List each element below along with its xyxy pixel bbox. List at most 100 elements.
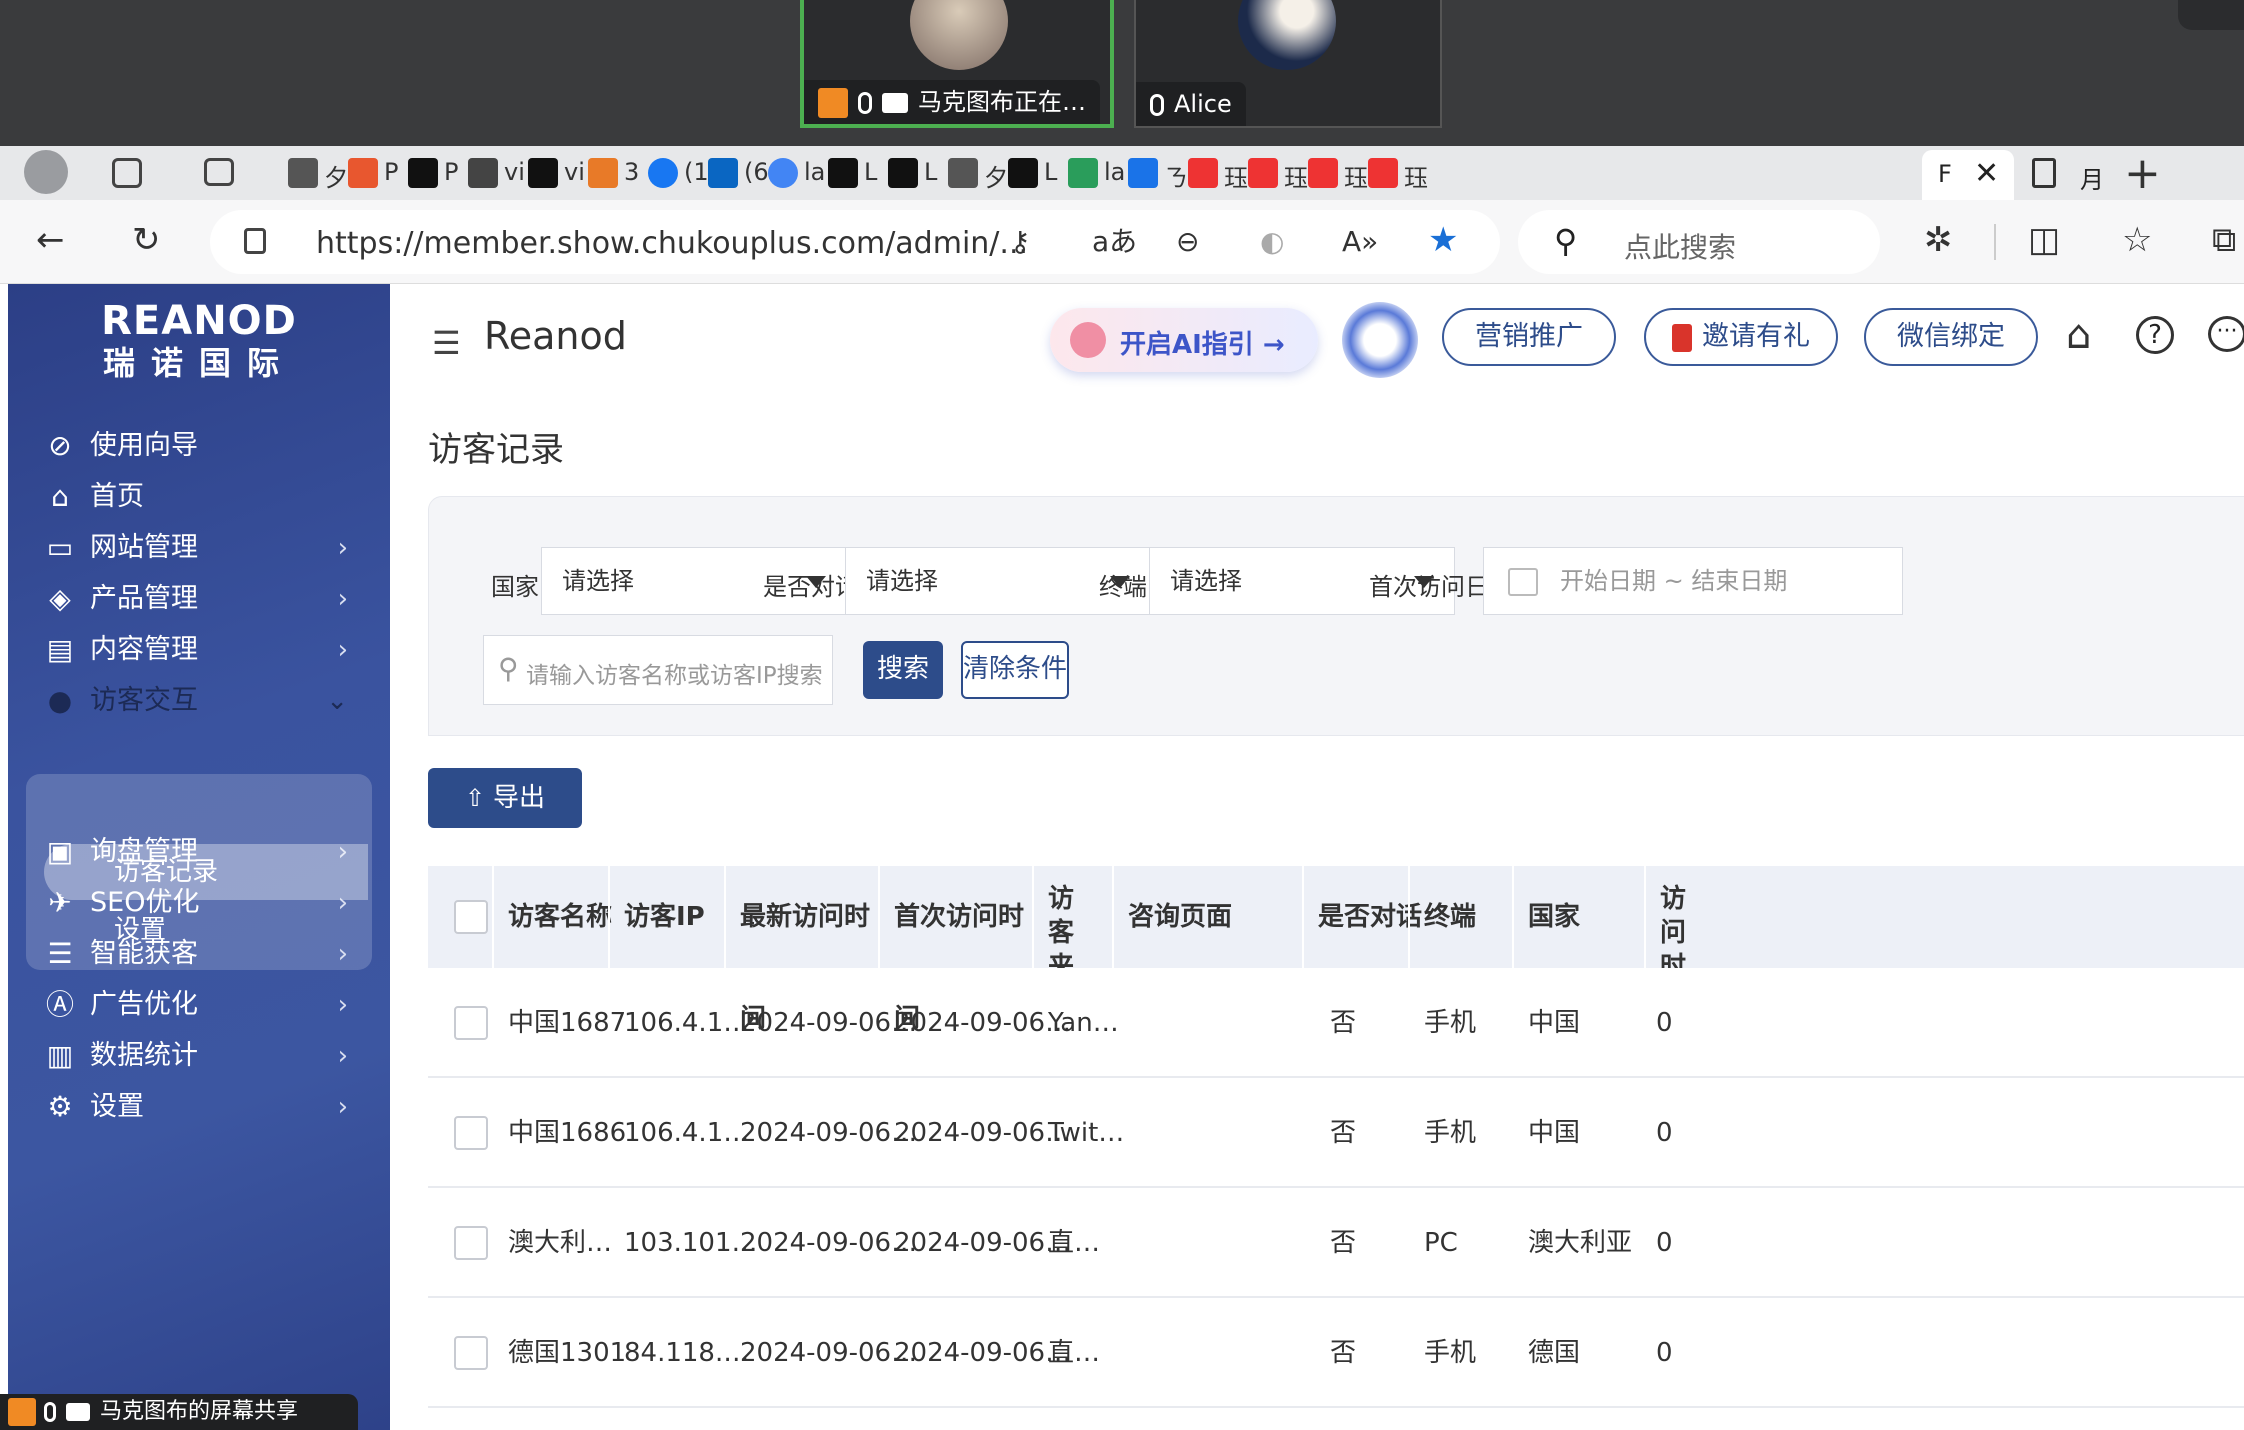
compass-icon: ⊘: [48, 429, 72, 462]
cell-ip: 103.101…: [624, 1228, 758, 1258]
refresh-icon[interactable]: ↻: [132, 220, 161, 260]
close-tab-icon[interactable]: ✕: [1974, 156, 1999, 191]
tab-favicon-icon[interactable]: [948, 158, 978, 188]
read-aloud-icon[interactable]: A»: [1342, 222, 1378, 262]
wechat-bind-button[interactable]: 微信绑定: [1864, 308, 2038, 366]
row-checkbox[interactable]: [454, 1226, 488, 1260]
column-header[interactable]: 访客名称: [508, 866, 624, 968]
tab-favicon-icon[interactable]: [1008, 158, 1038, 188]
split-screen-icon[interactable]: ◫: [2028, 220, 2060, 260]
column-header[interactable]: 访客IP: [624, 866, 740, 968]
submenu-visitor-records[interactable]: 访客记录: [44, 844, 368, 900]
logo-text-cn: 瑞诺国际: [102, 344, 295, 382]
new-tab-button[interactable]: +: [2124, 148, 2161, 199]
tab-title: P: [384, 158, 399, 186]
column-header[interactable]: 首次访问时间: [894, 866, 1048, 1034]
column-header[interactable]: 访问时长: [1660, 866, 1700, 968]
robot-avatar-icon[interactable]: [1342, 302, 1418, 378]
row-checkbox[interactable]: [454, 1336, 488, 1370]
select-value: 请选择: [1170, 567, 1242, 595]
tab-favicon-icon[interactable]: [1188, 158, 1218, 188]
select-all-checkbox[interactable]: [454, 900, 488, 934]
cell-extra: 0: [1656, 1118, 1673, 1148]
tab-title: vi: [564, 158, 585, 186]
sidebar-item-11[interactable]: ⚙ 设置 ›: [8, 1077, 390, 1137]
column-separator: [1512, 866, 1514, 968]
active-tab[interactable]: F ✕: [1922, 150, 2014, 200]
column-header[interactable]: 咨询页面: [1128, 866, 1318, 968]
url-field[interactable]: https://member.show.chukouplus.com/admin…: [210, 210, 1500, 274]
zoom-out-icon[interactable]: ⊖: [1176, 222, 1199, 262]
tab-title: P: [444, 158, 459, 186]
marketing-label: 营销推广: [1475, 321, 1583, 352]
participant-tile-presenter[interactable]: 马克图布正在…: [800, 0, 1114, 128]
column-header[interactable]: 最新访问时间: [740, 866, 894, 1034]
cell-latest: 2024-09-06…: [740, 1008, 918, 1038]
tab-title: la: [1104, 158, 1126, 186]
collections-icon[interactable]: [112, 158, 142, 188]
tab-title: L: [924, 158, 938, 186]
search-placeholder: 请输入访客名称或访客IP搜索: [526, 663, 823, 689]
tab-favicon-icon[interactable]: [888, 158, 918, 188]
tab-favicon-icon[interactable]: [528, 158, 558, 188]
vertical-tabs-icon[interactable]: [204, 158, 234, 186]
tab-favicon-icon[interactable]: [768, 158, 798, 188]
column-header[interactable]: 访客来源: [1048, 866, 1088, 968]
favorites-icon[interactable]: ☆: [2122, 220, 2152, 260]
tab-favicon-icon[interactable]: [1308, 158, 1338, 188]
tab-last[interactable]: 月: [2018, 150, 2138, 200]
lock-icon: [244, 228, 266, 254]
url-text: https://member.show.chukouplus.com/admin…: [316, 226, 1029, 261]
clear-button[interactable]: 清除条件: [961, 641, 1069, 699]
tab-favicon-icon[interactable]: [1068, 158, 1098, 188]
ai-guide-button[interactable]: 开启AI指引 →: [1050, 308, 1318, 372]
search-button[interactable]: 搜索: [863, 641, 943, 699]
tab-favicon-icon[interactable]: [288, 158, 318, 188]
tab-title: 月: [2080, 166, 2104, 194]
tab-favicon-icon[interactable]: [648, 158, 678, 188]
tab-favicon-icon[interactable]: [708, 158, 738, 188]
tab-favicon-icon[interactable]: [468, 158, 498, 188]
marketing-button[interactable]: 营销推广: [1442, 308, 1616, 366]
help-icon[interactable]: ?: [2136, 316, 2174, 354]
participant-tile-alice[interactable]: Alice: [1134, 0, 1442, 128]
collections-add-icon[interactable]: ⧉: [2212, 220, 2236, 260]
mic-status-icon[interactable]: [2178, 0, 2244, 30]
favorite-star-icon[interactable]: ★: [1428, 220, 1458, 260]
tab-favicon-icon[interactable]: [828, 158, 858, 188]
key-icon[interactable]: ⚷: [1010, 222, 1031, 262]
cell-extra: 0: [1656, 1228, 1673, 1258]
date-range-picker[interactable]: 开始日期 ~ 结束日期: [1483, 547, 1903, 615]
translate-icon[interactable]: aあ: [1092, 222, 1137, 262]
back-icon[interactable]: ←: [36, 220, 65, 260]
row-checkbox[interactable]: [454, 1116, 488, 1150]
profile-icon[interactable]: [24, 150, 68, 194]
tab-favicon-icon[interactable]: [408, 158, 438, 188]
edge-icon[interactable]: ◐: [1260, 222, 1284, 262]
invite-button[interactable]: 邀请有礼: [1644, 308, 1838, 366]
tab-title: 夕: [984, 164, 1008, 192]
row-checkbox[interactable]: [454, 1006, 488, 1040]
terminal-label: 终端: [1099, 573, 1147, 601]
chat-icon[interactable]: ···: [2208, 316, 2244, 352]
extensions-icon[interactable]: ✲: [1924, 220, 1953, 260]
user-icon: ●: [47, 684, 73, 717]
home-icon[interactable]: ⌂: [2066, 312, 2091, 358]
cell-latest: 2024-09-06…: [740, 1228, 918, 1258]
search-box[interactable]: ⚲ 点此搜索: [1518, 210, 1880, 274]
tab-favicon-icon[interactable]: [1368, 158, 1398, 188]
export-button[interactable]: ⇧ 导出: [428, 768, 582, 828]
search-input[interactable]: ⚲ 请输入访客名称或访客IP搜索: [483, 635, 833, 705]
search-button-label: 搜索: [876, 654, 929, 684]
tab-favicon-icon[interactable]: [588, 158, 618, 188]
menu-toggle-icon[interactable]: ☰: [432, 324, 461, 362]
sidebar-item-5[interactable]: ● 访客交互 ⌄: [8, 671, 390, 731]
tab-favicon-icon[interactable]: [1128, 158, 1158, 188]
column-header[interactable]: 国家: [1528, 866, 1660, 968]
tab-favicon-icon[interactable]: [348, 158, 378, 188]
cell-first: 2024-09-06…: [894, 1228, 1072, 1258]
tab-title: 夕: [324, 164, 348, 192]
submenu-settings[interactable]: 设置: [44, 902, 368, 958]
address-bar-row: ← ↻ https://member.show.chukouplus.com/a…: [0, 200, 2244, 284]
tab-favicon-icon[interactable]: [1248, 158, 1278, 188]
